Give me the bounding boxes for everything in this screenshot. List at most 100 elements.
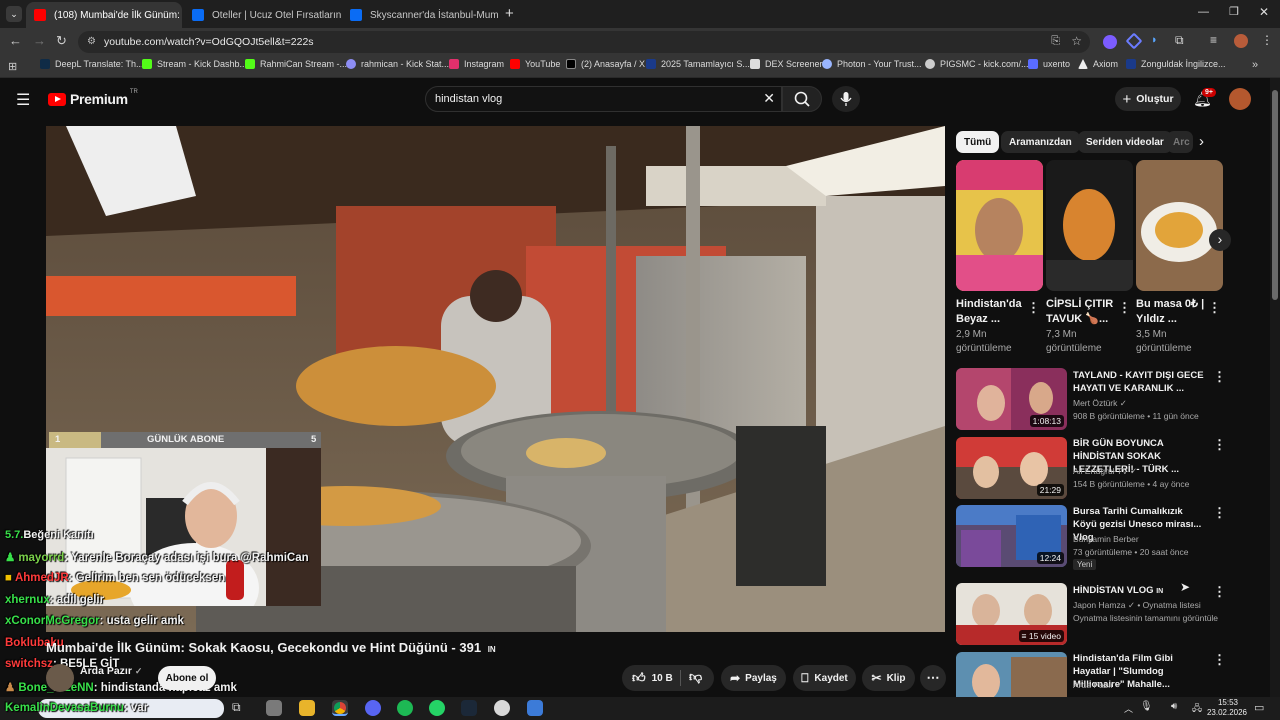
media-icon[interactable]: ≡ [1210,33,1217,47]
video-thumbnail[interactable]: 21:29 [956,437,1067,499]
new-tab-icon[interactable]: + [505,5,514,22]
extensions-puzzle-icon[interactable]: ⧉ [1175,33,1184,48]
microphone-tray-icon[interactable]: 🎙︎ [1140,701,1153,712]
short-menu-icon[interactable]: ⋮ [1027,300,1040,316]
voice-search-button[interactable] [832,86,860,112]
profile-avatar[interactable] [1234,34,1248,48]
volume-icon[interactable]: 🔊︎ [1171,701,1177,712]
short-menu-icon[interactable]: ⋮ [1118,300,1131,316]
chips-next-icon[interactable]: › [1199,133,1204,150]
more-actions-button[interactable]: ⋯ [920,665,946,691]
page-scrollbar[interactable] [1270,78,1280,697]
bookmark-tamamlayici[interactable]: 2025 Tamamlayıcı S... [646,59,750,69]
bookmark-zonguldak[interactable]: Zonguldak İngilizce... [1126,59,1226,69]
menu-icon[interactable]: ⋮ [1261,33,1273,47]
app-icon[interactable] [527,700,543,716]
like-count[interactable]: 10 B [652,673,673,684]
short-thumbnail[interactable] [1136,160,1223,291]
short-title[interactable]: CİPSLİ ÇITIR TAVUK 🍗... [1046,297,1118,327]
chrome-icon[interactable] [332,700,348,716]
subscribe-button[interactable]: Abone ol [158,666,216,690]
video-thumbnail[interactable]: 12:24 [956,505,1067,567]
extension-icon[interactable] [1125,32,1143,50]
extension-icon[interactable]: ◗ [1151,34,1158,46]
video-title-link[interactable]: TAYLAND - KAYIT DIŞI GECE HAYATI VE KARA… [1073,369,1208,395]
maximize-icon[interactable]: ❐ [1229,5,1239,18]
forward-icon[interactable]: → [33,33,46,48]
address-bar[interactable]: ⚙ youtube.com/watch?v=OdGQOJt5ell&t=222s… [78,31,1090,53]
more-bookmarks-icon[interactable]: » [1252,59,1258,71]
shorts-next-icon[interactable]: › [1209,229,1231,251]
video-channel[interactable]: Arda Pazır ✓ [1073,679,1233,691]
file-explorer-icon[interactable] [299,700,315,716]
chip-more[interactable]: Arc [1167,131,1193,153]
bookmark-youtube[interactable]: YouTube [510,59,560,69]
short-title[interactable]: Hindistan'da Beyaz ... [956,297,1026,327]
video-thumbnail[interactable] [956,652,1067,697]
tray-chevron-icon[interactable]: ︿ [1124,702,1133,715]
youtube-premium-logo[interactable]: Premium TR [48,89,138,107]
window-close-icon[interactable]: ✕ [1259,5,1269,19]
video-menu-icon[interactable]: ⋮ [1213,652,1226,668]
obs-icon[interactable] [494,700,510,716]
bookmark-kick-stats[interactable]: rahmican - Kick Stat... [346,59,449,69]
reload-icon[interactable]: ↻ [56,33,67,49]
view-full-playlist-link[interactable]: Oynatma listesinin tamamını görüntüle [1073,612,1233,624]
back-icon[interactable]: ← [9,33,22,48]
tab-oteller[interactable]: Oteller | Ucuz Otel Fırsatlarını K ✕ [184,2,342,28]
clock-time[interactable]: 15:53 [1213,698,1243,707]
video-channel[interactable]: Mert Öztürk ✓ [1073,397,1233,409]
video-channel[interactable]: Bünyamin Berber [1073,533,1233,545]
bookmark-instagram[interactable]: Instagram [449,59,504,69]
search-input[interactable]: hindistan vlog ✕ [425,86,782,112]
site-info-icon[interactable]: ⚙ [87,36,96,47]
bookmark-photon[interactable]: Photon - Your Trust... [822,59,922,69]
notification-center-icon[interactable]: ▭ [1254,701,1264,714]
video-thumbnail[interactable]: 1:08:13 [956,368,1067,430]
install-app-icon[interactable]: ⎘ [1051,35,1060,48]
video-channel[interactable]: Ali Ertugrul TV ✓ [1073,465,1233,477]
tab-search-icon[interactable]: ⌄ [6,6,22,22]
playlist-thumbnail[interactable]: ≡ 15 video [956,583,1067,645]
video-menu-icon[interactable]: ⋮ [1213,437,1226,453]
bookmark-axiom[interactable]: Axiom [1078,59,1118,69]
short-title[interactable]: Bu masa 0₺ | Yıldız ... [1136,297,1206,327]
save-button[interactable]: ⎕ Kaydet [793,665,856,691]
search-button[interactable] [782,86,822,112]
account-avatar[interactable] [1229,88,1251,110]
discord-icon[interactable] [365,700,381,716]
bookmark-x[interactable]: (2) Anasayfa / X [566,59,645,69]
scrollbar-thumb[interactable] [1272,90,1278,300]
extension-icon[interactable] [1103,35,1117,49]
whatsapp-icon[interactable] [429,700,445,716]
bookmark-deepl[interactable]: DeepL Translate: Th... [40,59,144,69]
spotify-icon[interactable] [397,700,413,716]
bookmark-uxento[interactable]: uxento [1028,59,1070,69]
chip-all[interactable]: Tümü [956,131,1000,153]
like-icon[interactable]: 👍︎ [632,670,646,686]
create-button[interactable]: + Oluştur [1115,87,1181,111]
short-menu-icon[interactable]: ⋮ [1208,300,1221,316]
clock-date[interactable]: 23.02.2026 [1203,708,1251,717]
apps-grid-icon[interactable]: ⊞ [8,60,17,73]
hamburger-menu-icon[interactable]: ☰ [16,90,30,110]
tab-youtube[interactable]: (108) Mumbai'de İlk Günüm: Sc ✕ [26,2,182,28]
video-menu-icon[interactable]: ⋮ [1213,505,1226,521]
chip-series[interactable]: Seriden videolar [1078,131,1172,153]
bookmark-dexscreener[interactable]: DEX Screener [750,59,823,69]
minimize-icon[interactable]: — [1198,6,1209,18]
bookmark-kick-dashboard[interactable]: Stream - Kick Dashb... [142,59,247,69]
network-icon[interactable]: 🖧 [1192,701,1202,717]
tab-skyscanner[interactable]: Skyscanner'da İstanbul-Mumba ✕ [342,2,498,28]
clear-search-icon[interactable]: ✕ [763,90,775,107]
dislike-icon[interactable]: 👎︎ [689,669,702,685]
video-menu-icon[interactable]: ⋮ [1213,369,1226,385]
short-thumbnail[interactable] [1046,160,1133,291]
chip-from-search[interactable]: Aramanızdan [1001,131,1080,153]
channel-avatar[interactable] [46,664,74,692]
steam-icon[interactable] [461,700,477,716]
app-icon[interactable] [266,700,282,716]
video-menu-icon[interactable]: ⋮ [1213,584,1226,600]
channel-name[interactable]: Arda Pazır ✓ [80,665,142,677]
share-button[interactable]: ➦ Paylaş [721,665,786,691]
